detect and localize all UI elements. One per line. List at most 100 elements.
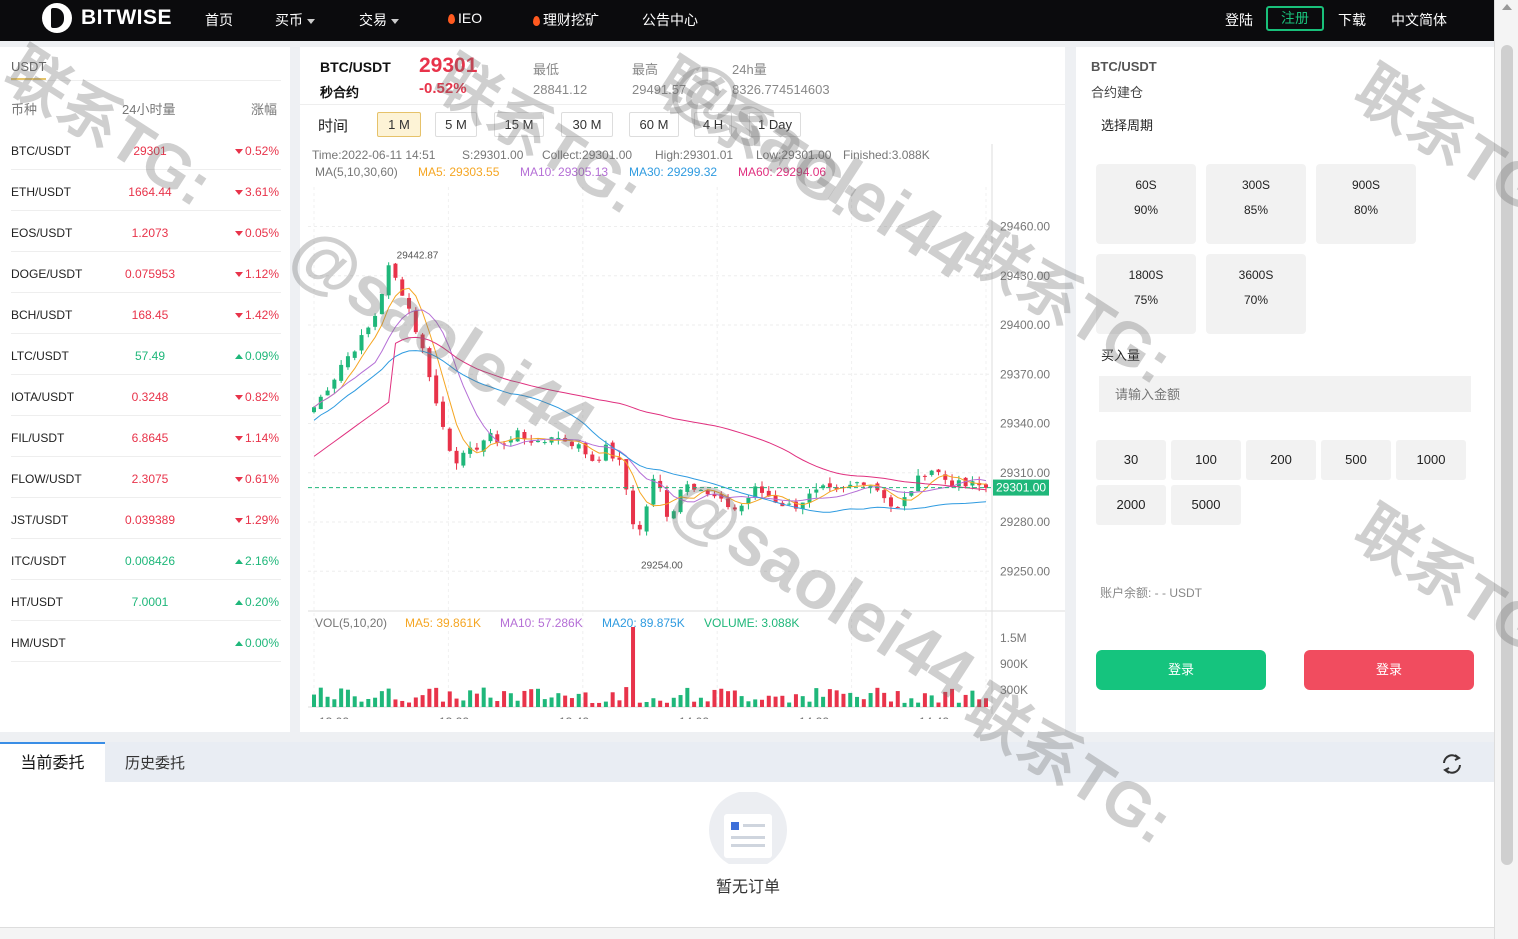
timeframe-button[interactable]: 60 M (629, 112, 679, 137)
market-price: 29301 (133, 144, 167, 158)
candle-body (739, 505, 744, 512)
market-row[interactable]: ITC/USDT 0.008426 2.16% (11, 539, 281, 580)
vertical-scrollbar[interactable] (1494, 0, 1518, 939)
register-button[interactable]: 注册 (1266, 6, 1324, 31)
amount-input[interactable] (1099, 376, 1471, 412)
nav-ieo[interactable]: IEO (448, 10, 482, 26)
amount-option[interactable]: 500 (1321, 440, 1391, 480)
volume-bar (583, 692, 588, 707)
volume-bar (888, 701, 893, 707)
market-row[interactable]: HM/USDT 0.00% (11, 621, 281, 662)
timeframe-button[interactable]: 15 M (494, 112, 544, 137)
candle-body (631, 490, 636, 525)
timeframe-button[interactable]: 1 M (377, 112, 421, 137)
period-option[interactable]: 60S 90% (1096, 164, 1196, 244)
bitwise-logo-icon[interactable] (42, 3, 72, 33)
volume-bar (678, 695, 683, 707)
language-select[interactable]: 中文简体 (1391, 10, 1447, 30)
market-row[interactable]: IOTA/USDT 0.3248 0.82% (11, 375, 281, 416)
candle-body (386, 265, 391, 296)
amount-option[interactable]: 1000 (1396, 440, 1466, 480)
period-option[interactable]: 300S 85% (1206, 164, 1306, 244)
refresh-icon[interactable] (1440, 752, 1464, 776)
volume-bar (461, 700, 466, 707)
period-option[interactable]: 3600S 70% (1206, 254, 1306, 334)
volume-bar (495, 701, 500, 707)
market-row[interactable]: DOGE/USDT 0.075953 1.12% (11, 252, 281, 293)
market-row[interactable]: LTC/USDT 57.49 0.09% (11, 334, 281, 375)
tab-usdt[interactable]: USDT (11, 59, 281, 81)
volume-axis-tick: 900K (1000, 657, 1028, 671)
scroll-up-icon[interactable] (1502, 4, 1512, 10)
amount-option[interactable]: 200 (1246, 440, 1316, 480)
market-symbol: FLOW/USDT (11, 472, 82, 486)
candle-body (440, 401, 445, 427)
ticker-contract-type: 秒合约 (320, 85, 360, 100)
market-symbol: ETH/USDT (11, 185, 71, 199)
nav-announcements[interactable]: 公告中心 (642, 10, 698, 30)
amount-option[interactable]: 100 (1171, 440, 1241, 480)
market-row[interactable]: BTC/USDT 29301 0.52% (11, 129, 281, 170)
market-change: 1.42% (234, 308, 279, 322)
market-row[interactable]: HT/USDT 7.0001 0.20% (11, 580, 281, 621)
scrollbar-thumb[interactable] (1501, 45, 1513, 865)
market-row[interactable]: FIL/USDT 6.8645 1.14% (11, 416, 281, 457)
volume-bar (610, 692, 615, 707)
candlestick-chart[interactable]: 29460.00 29430.00 29400.00 29370.00 29340.00… (300, 144, 1065, 719)
max-price-mark: 29442.87 (397, 250, 439, 261)
amount-option[interactable]: 2000 (1096, 485, 1166, 525)
volume-bar (719, 688, 724, 707)
candle-body (732, 507, 737, 510)
market-change-value: 0.61% (244, 472, 279, 486)
empty-orders-text: 暂无订单 (715, 879, 780, 896)
nav-buy-coin[interactable]: 买币 (275, 10, 315, 30)
volume-bar (407, 702, 412, 707)
arrow-up-icon (234, 354, 243, 359)
candle-body (692, 483, 697, 490)
candle-body (807, 493, 812, 503)
tab-order-history[interactable]: 历史委托 (125, 752, 185, 773)
timeframe-button[interactable]: 1 Day (749, 112, 801, 137)
candle-body (536, 440, 540, 443)
nav-home[interactable]: 首页 (205, 10, 233, 30)
market-price: 0.039389 (124, 513, 176, 527)
volume-bar (617, 700, 622, 707)
period-time: 3600S (1238, 268, 1274, 282)
period-option[interactable]: 1800S 75% (1096, 254, 1196, 334)
amount-option[interactable]: 5000 (1171, 485, 1241, 525)
volume-bar (726, 691, 731, 707)
volume-bar (963, 694, 968, 707)
download-link[interactable]: 下载 (1338, 10, 1366, 30)
candle-body (861, 482, 866, 485)
market-row[interactable]: JST/USDT 0.039389 1.29% (11, 498, 281, 539)
candle-body (420, 334, 425, 349)
orders-panel: 当前委托 历史委托 暂无订单 (0, 742, 1494, 927)
brand-name[interactable]: BITWISE (81, 6, 172, 30)
volume-bar (447, 691, 452, 707)
market-row[interactable]: BCH/USDT 168.45 1.42% (11, 293, 281, 334)
sell-login-button[interactable]: 登录 (1304, 650, 1474, 690)
order-panel: BTC/USDT 合约建仓 选择周期 60S 90% 300S 85% 900S 80% 1… (1076, 47, 1494, 732)
buy-login-button[interactable]: 登录 (1096, 650, 1266, 690)
timeframe-button[interactable]: 5 M (435, 112, 477, 137)
market-price: 57.49 (134, 349, 166, 363)
x-axis-tick: 13:02 (319, 715, 349, 719)
nav-wealth-mining[interactable]: 理财挖矿 (533, 10, 599, 30)
period-option[interactable]: 900S 80% (1316, 164, 1416, 244)
market-change-value: 0.05% (244, 226, 279, 240)
nav-trade[interactable]: 交易 (359, 10, 399, 30)
login-link[interactable]: 登陆 (1225, 10, 1253, 30)
timeframe-button[interactable]: 30 M (561, 112, 613, 137)
tab-current-orders[interactable]: 当前委托 (0, 742, 105, 783)
market-change: 0.52% (234, 144, 279, 158)
market-row[interactable]: EOS/USDT 1.2073 0.05% (11, 211, 281, 252)
order-subtitle: 合约建仓 (1091, 85, 1144, 100)
volume-bar (508, 693, 513, 707)
market-row[interactable]: ETH/USDT 1664.44 3.61% (11, 170, 281, 211)
volume-bar (318, 687, 323, 707)
horizontal-scrollbar[interactable] (0, 927, 1494, 939)
market-row[interactable]: FLOW/USDT 2.3075 0.61% (11, 457, 281, 498)
amount-option[interactable]: 30 (1096, 440, 1166, 480)
volume-bar (814, 688, 819, 707)
timeframe-button[interactable]: 4 H (694, 112, 732, 137)
